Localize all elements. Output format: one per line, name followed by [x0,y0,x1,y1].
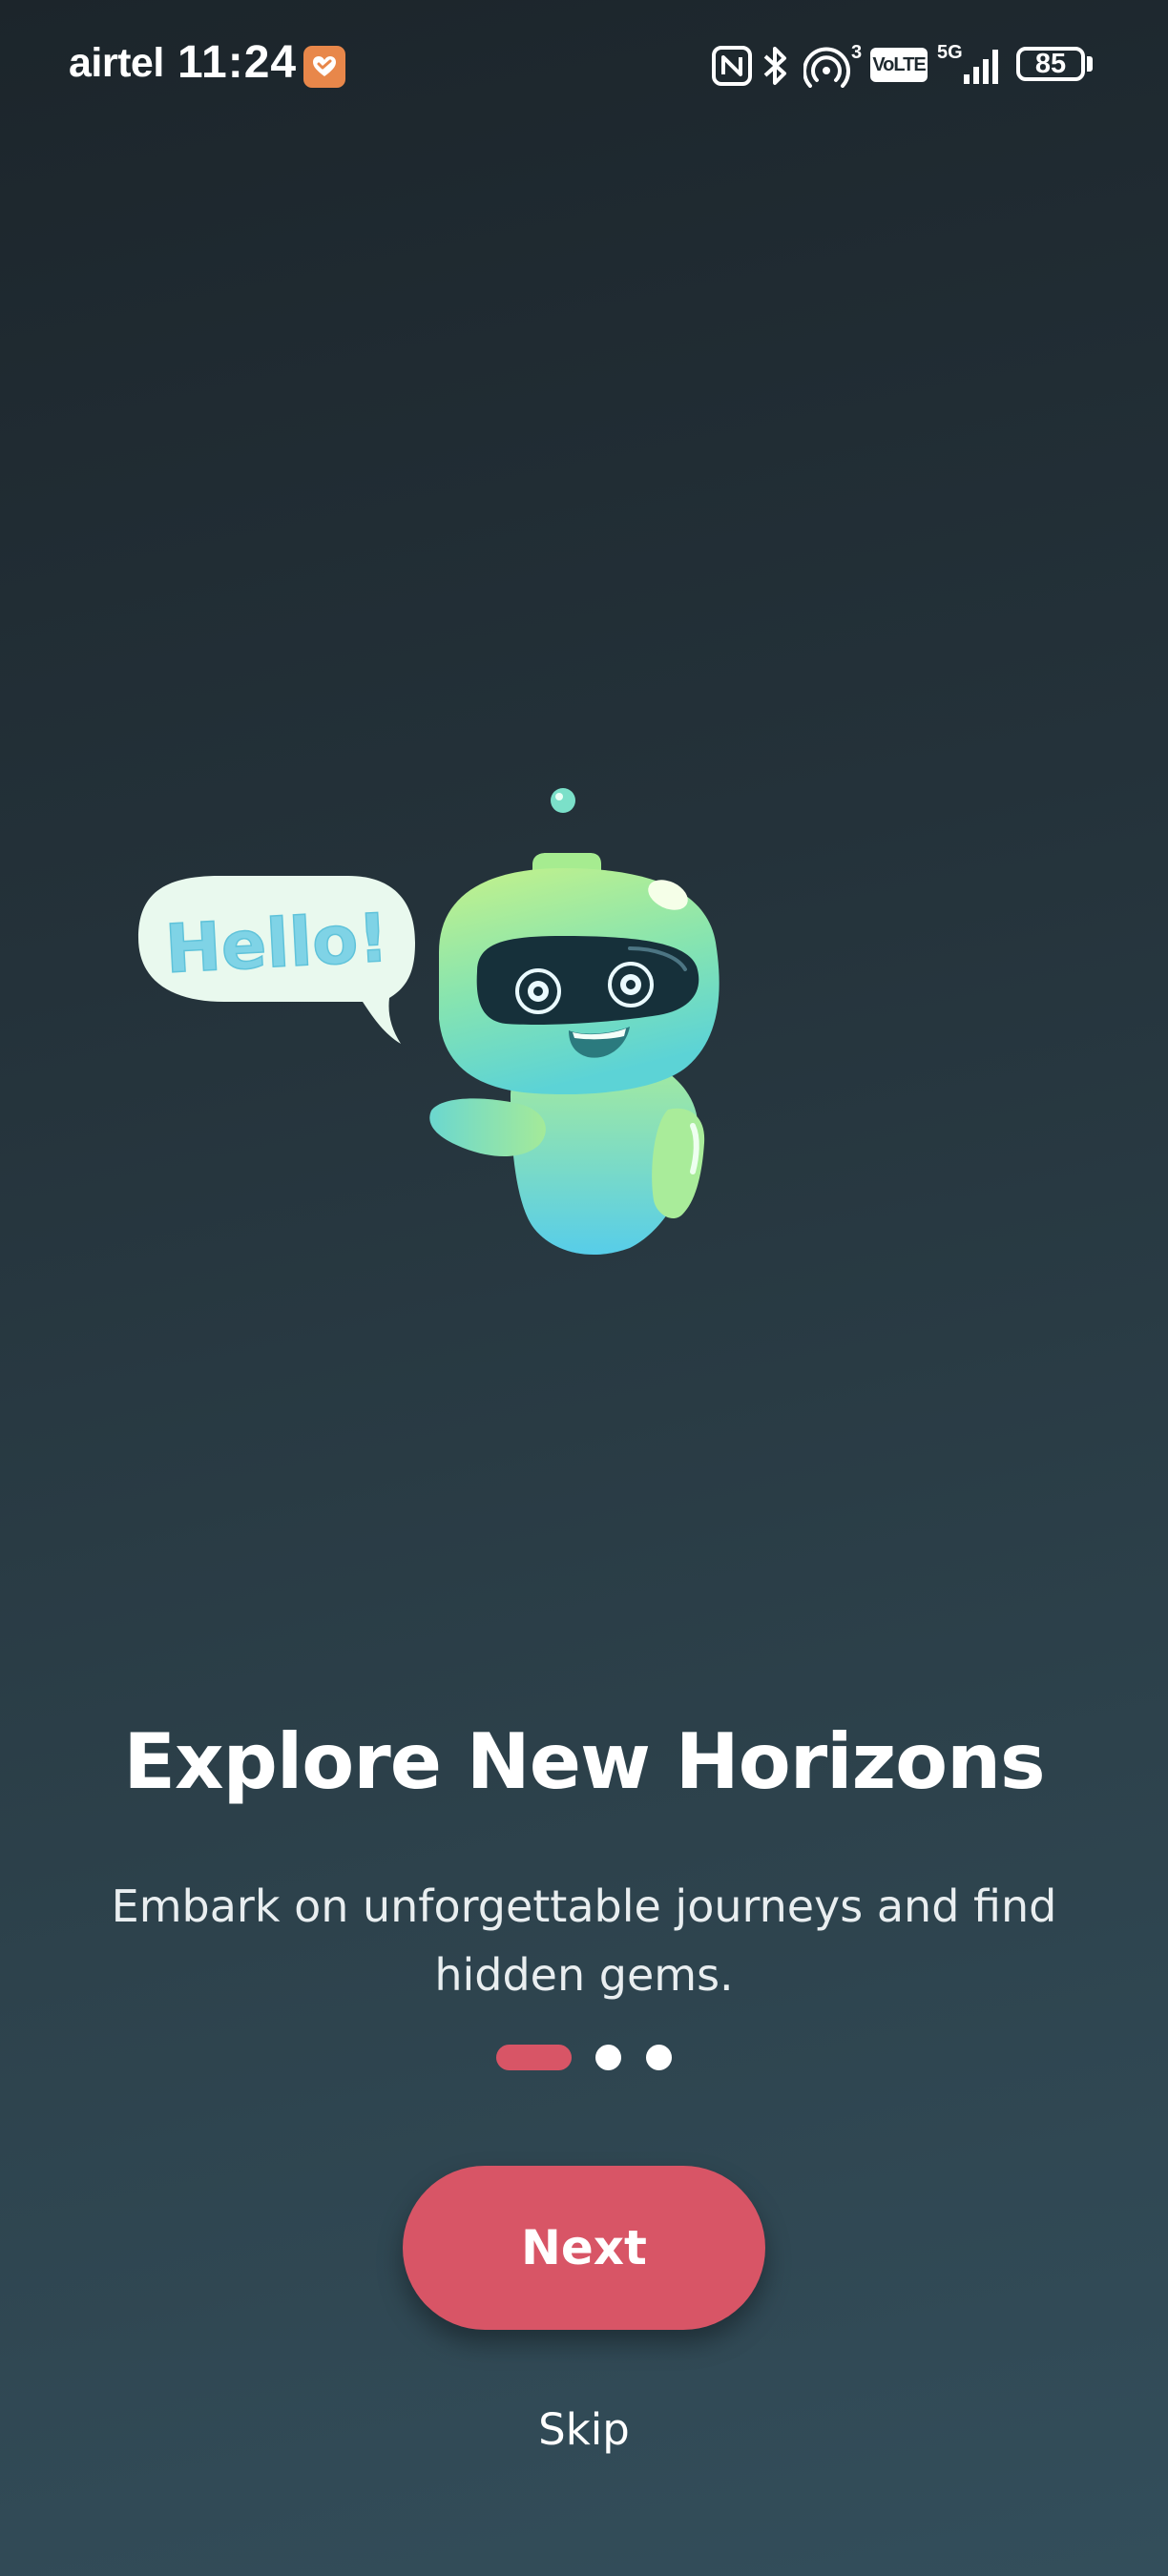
bluetooth-icon [763,47,786,85]
robot-visor [476,936,699,1025]
page-dot-active [496,2045,572,2070]
page-dot-3 [646,2045,672,2070]
hotspot-count: 3 [851,42,863,63]
hotspot-icon [803,47,850,88]
network-type: 5G [937,42,963,63]
robot-illustration: Hello! [138,788,720,1256]
page-dot-2 [595,2045,621,2070]
carrier-name: airtel [69,40,164,86]
speech-bubble-text: Hello! [163,899,390,988]
volte-icon: VoLTE [870,48,928,82]
battery-tip [1087,56,1093,72]
onboarding-title: Explore New Horizons [123,1717,1045,1806]
skip-button[interactable]: Skip [489,2404,679,2455]
antenna-ball [551,788,575,813]
onboarding-description: Embark on unforgettable journeys and fin… [111,1880,1057,2001]
status-bar: airtel 11:24 3 VoLTE 5G 85 [0,0,1168,134]
robot-left-arm [429,1098,546,1157]
nfc-icon [712,46,752,86]
signal-icon [964,50,998,84]
next-button[interactable]: Next [403,2166,765,2330]
battery-level: 85 [1034,49,1067,79]
health-app-icon [303,46,345,88]
status-time: 11:24 [177,37,298,88]
